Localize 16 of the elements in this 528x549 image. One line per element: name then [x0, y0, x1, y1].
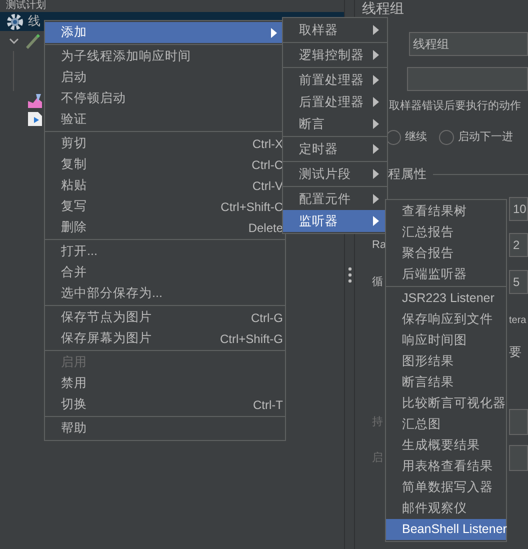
shortcut-label: Ctrl-T	[253, 396, 283, 414]
shortcut-label: Delete	[248, 220, 283, 236]
section-title: 程属性	[388, 166, 427, 183]
shortcut-label: Ctrl-C	[252, 156, 283, 174]
shortcut-label: Ctrl+Shift-G	[220, 330, 283, 348]
option-label: 要	[509, 344, 522, 361]
panel-title: 线程组	[362, 0, 404, 17]
radio-label: 启动下一进	[458, 130, 513, 145]
shortcut-label: Ctrl-G	[251, 310, 283, 326]
option-label: tera	[509, 314, 526, 328]
error-action-label: 取样器错误后要执行的动作	[389, 98, 521, 114]
radio-label: 继续	[405, 130, 427, 145]
field-label: 循	[372, 274, 383, 290]
shortcut-label: Ctrl-V	[252, 178, 283, 194]
shortcut-label: Ctrl-X	[252, 136, 283, 152]
shortcut-label: Ctrl+Shift-C	[220, 198, 283, 216]
